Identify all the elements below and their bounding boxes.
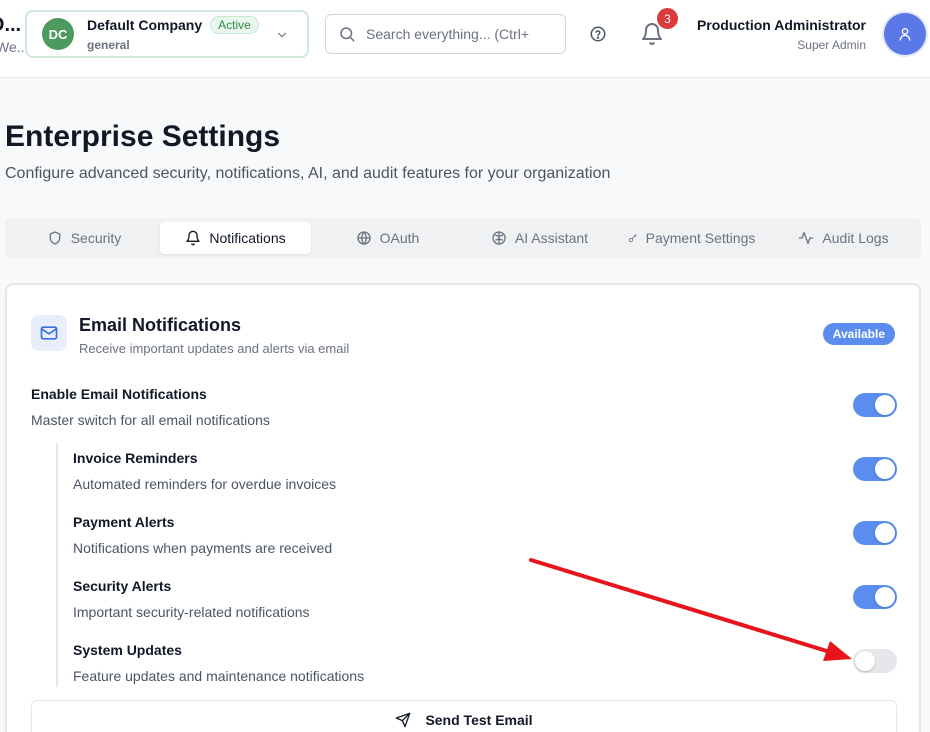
page-title: Enterprise Settings — [5, 120, 281, 153]
setting-description: Important security-related notifications — [73, 604, 310, 620]
globe-icon — [356, 231, 371, 245]
brand-title: D... — [0, 14, 22, 36]
indent-divider — [56, 443, 58, 687]
user-name: Production Administrator — [696, 17, 866, 33]
setting-description: Automated reminders for overdue invoices — [73, 476, 337, 492]
setting-title: System Updates — [73, 642, 182, 658]
toggle-knob — [855, 651, 875, 671]
setting-payment-alerts: Payment Alerts Notifications when paymen… — [73, 514, 332, 556]
company-avatar: DC — [42, 18, 74, 50]
toggle-system-updates[interactable] — [853, 649, 897, 673]
settings-tabs: Security Notifications OAuth AI Assistan… — [5, 218, 921, 258]
chevron-down-icon — [277, 32, 287, 38]
company-subtitle: general — [87, 38, 130, 52]
setting-title: Invoice Reminders — [73, 450, 198, 466]
setting-description: Master switch for all email notification… — [31, 412, 270, 428]
user-role: Super Admin — [797, 38, 866, 52]
setting-description: Notifications when payments are received — [73, 540, 333, 556]
brain-icon — [492, 231, 506, 245]
search-box[interactable] — [325, 14, 566, 54]
toggle-knob — [875, 459, 895, 479]
setting-system-updates: System Updates Feature updates and maint… — [73, 642, 364, 684]
notification-count-badge: 3 — [657, 8, 678, 29]
company-name: Default Company — [87, 17, 203, 33]
tab-audit-logs[interactable]: Audit Logs — [768, 222, 919, 254]
card-subtitle: Receive important updates and alerts via… — [79, 341, 350, 356]
tab-security[interactable]: Security — [9, 222, 159, 254]
toggle-knob — [875, 587, 895, 607]
brand-subtitle: We... — [0, 39, 24, 55]
key-icon — [628, 234, 636, 243]
card-title: Email Notifications — [79, 315, 242, 335]
email-notifications-card: Email Notifications Receive important up… — [5, 283, 921, 732]
setting-title: Payment Alerts — [73, 514, 175, 530]
mail-icon — [31, 315, 67, 351]
send-test-email-label: Send Test Email — [425, 712, 533, 728]
page-subtitle: Configure advanced security, notificatio… — [5, 165, 611, 182]
company-status-badge: Active — [210, 16, 259, 34]
tab-label: Security — [70, 230, 122, 246]
shield-icon — [49, 231, 61, 245]
company-switcher[interactable]: DC Default Company Active general — [25, 10, 309, 58]
tab-payment-settings[interactable]: Payment Settings — [616, 222, 767, 254]
user-icon — [899, 28, 911, 41]
tab-label: Payment Settings — [645, 230, 756, 246]
toggle-payment-alerts[interactable] — [853, 521, 897, 545]
setting-title: Security Alerts — [73, 578, 172, 594]
help-icon[interactable] — [589, 25, 607, 43]
toggle-enable-email[interactable] — [853, 393, 897, 417]
toggle-invoice-reminders[interactable] — [853, 457, 897, 481]
search-icon — [340, 27, 355, 42]
toggle-knob — [875, 395, 895, 415]
setting-invoice-reminders: Invoice Reminders Automated reminders fo… — [73, 450, 336, 492]
setting-security-alerts: Security Alerts Important security-relat… — [73, 578, 310, 620]
tab-label: OAuth — [379, 230, 420, 246]
send-test-email-button[interactable]: Send Test Email — [31, 700, 897, 732]
tab-oauth[interactable]: OAuth — [312, 222, 463, 254]
tab-label: Notifications — [209, 230, 286, 246]
brand[interactable]: D... We... — [0, 14, 24, 56]
user-avatar[interactable] — [884, 13, 926, 55]
send-icon — [396, 712, 411, 728]
setting-enable-email: Enable Email Notifications Master switch… — [31, 386, 270, 428]
bell-icon — [186, 230, 201, 246]
search-input[interactable] — [366, 26, 546, 42]
availability-badge: Available — [822, 323, 895, 345]
tab-label: AI Assistant — [514, 230, 589, 246]
tab-ai-assistant[interactable]: AI Assistant — [464, 222, 615, 254]
user-info[interactable]: Production Administrator Super Admin — [697, 17, 866, 52]
activity-icon — [799, 232, 814, 244]
setting-description: Feature updates and maintenance notifica… — [73, 668, 365, 684]
top-bar: D... We... DC Default Company Active gen… — [0, 0, 930, 78]
tab-label: Audit Logs — [822, 230, 889, 246]
setting-title: Enable Email Notifications — [31, 386, 207, 402]
toggle-security-alerts[interactable] — [853, 585, 897, 609]
tab-notifications[interactable]: Notifications — [160, 222, 311, 254]
toggle-knob — [875, 523, 895, 543]
